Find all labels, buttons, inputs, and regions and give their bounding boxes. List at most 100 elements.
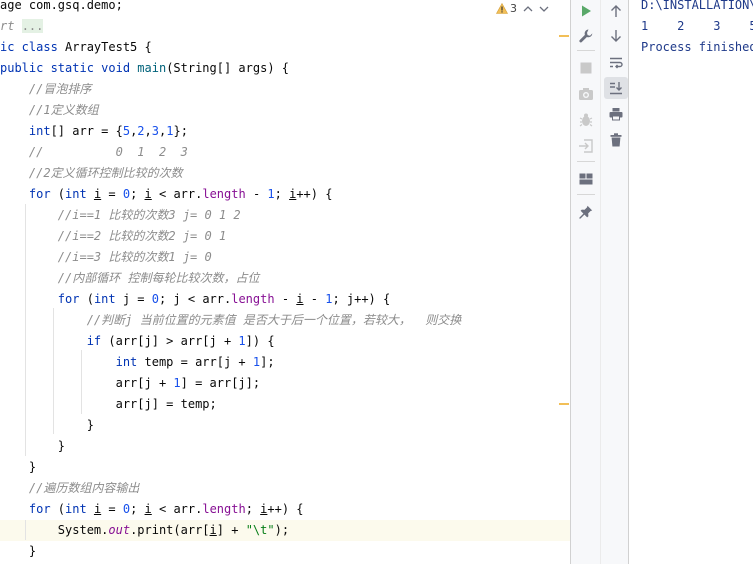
code-line[interactable]: if (arr[j] > arr[j + 1]) { [0,331,275,352]
rerun-button[interactable] [574,0,598,22]
code-token: } [0,439,66,453]
code-line[interactable]: int[] arr = {5,2,3,1}; [0,121,188,142]
code-line[interactable]: } [0,415,94,436]
print-button[interactable] [604,103,628,125]
rerun-icon [582,5,591,17]
code-token: //冒泡排序 [0,82,92,96]
code-token: - [245,187,268,201]
settings-button[interactable] [574,25,598,47]
code-line[interactable]: int temp = arr[j + 1]; [0,352,275,373]
code-line[interactable]: for (int j = 0; j < arr.length - i - 1; … [0,289,390,310]
up-arrow-icon [611,5,621,17]
code-token: < arr. [151,187,203,201]
warning-stripe-mark[interactable] [559,35,569,37]
code-line[interactable]: // 0 1 2 3 [0,142,188,163]
console-line-output: 1 2 3 5 [641,19,753,33]
chevron-down-icon[interactable] [539,5,549,13]
toolbar-separator [577,161,595,162]
code-token: //判断j 当前位置的元素值 是否大于后一个位置，若较大， 则交换 [0,313,462,327]
stop-icon [580,62,592,74]
code-line[interactable]: //判断j 当前位置的元素值 是否大于后一个位置，若较大， 则交换 [0,310,462,331]
code-line[interactable]: //i==3 比较的次数1 j= 0 [0,247,212,268]
chevron-up-icon[interactable] [523,5,533,13]
next-occurrence-button[interactable] [604,25,628,47]
warning-indicator[interactable]: 3 [496,2,517,15]
exit-button[interactable] [574,135,598,157]
code-line[interactable]: //冒泡排序 [0,79,91,100]
code-token: }; [173,124,188,138]
code-editor[interactable]: age com.gsq.demo; rt ... ic class ArrayTes… [0,0,570,564]
previous-occurrence-button[interactable] [604,0,628,22]
code-token: System. [0,523,109,537]
code-token: ; [245,502,261,516]
code-token: ( [57,502,66,516]
code-token: < arr. [151,502,203,516]
code-token: int [65,502,94,516]
print-icon [609,108,623,121]
down-arrow-icon [611,30,621,42]
code-line[interactable]: //内部循环 控制每轮比较次数，占位 [0,268,260,289]
code-token: ic class [0,40,66,54]
code-line[interactable]: //1定义数组 [0,100,99,121]
code-token: ; [130,502,145,516]
clear-all-button[interactable] [604,129,628,151]
dump-threads-button[interactable] [574,83,598,105]
code-token: for [0,292,87,306]
code-token: ] = arr[j]; [180,376,261,390]
scroll-to-end-button[interactable] [604,77,628,99]
soft-wrap-button[interactable] [604,52,628,74]
code-token: for [0,187,58,201]
code-token: "\t" [245,523,275,537]
code-line[interactable]: age com.gsq.demo; [0,0,123,16]
code-line[interactable]: } [0,436,65,457]
code-token: int [0,355,145,369]
code-token: rt [0,19,22,33]
code-token: 1 [238,334,246,348]
code-line[interactable]: } [0,541,36,562]
debug-icon [579,113,593,127]
code-line[interactable]: } [0,457,36,478]
code-token: main [137,61,167,75]
code-token: [] arr = { [50,124,123,138]
code-token: , [144,124,152,138]
code-line[interactable]: System.out.print(arr[i] + "\t"); [0,520,289,541]
code-line[interactable]: rt ... [0,16,44,37]
code-line[interactable]: //i==2 比较的次数2 j= 0 1 [0,226,226,247]
code-token: //1定义数组 [0,103,99,117]
code-token: = [101,502,123,516]
code-line[interactable]: for (int i = 0; i < arr.length - 1; i++)… [0,184,333,205]
code-line[interactable]: //i==1 比较的次数3 j= 0 1 2 [0,205,241,226]
code-token: arr[j + [0,376,174,390]
toolbar-separator [577,194,595,195]
run-console[interactable]: D:\INSTALLATION\ 1 2 3 5 Process finishe… [629,0,753,564]
code-token: ArrayTest5 { [65,40,152,54]
console-line-command: D:\INSTALLATION\ [641,0,753,12]
code-token: public static void [0,61,138,75]
code-line[interactable]: ic class ArrayTest5 { [0,37,152,58]
code-token: for [0,502,58,516]
code-token: //i==2 比较的次数2 j= 0 1 [0,229,227,243]
code-line[interactable]: //遍历数组内容输出 [0,478,139,499]
layout-button[interactable] [574,168,598,190]
wrench-icon [579,29,593,43]
code-token: 1 [267,187,275,201]
code-token: 0 [122,187,131,201]
code-token: ... [21,19,44,33]
code-line[interactable]: arr[j] = temp; [0,394,217,415]
error-stripe[interactable] [557,18,570,564]
code-line[interactable]: public static void main(String[] args) { [0,58,289,79]
inspection-widget[interactable]: 3 [496,0,570,17]
code-token: } [0,460,37,474]
code-token: i [296,292,304,306]
run-toolbar-primary [570,0,600,564]
code-line[interactable]: //2定义循环控制比较的次数 [0,163,183,184]
code-token: ); [274,523,290,537]
code-line[interactable]: arr[j + 1] = arr[j]; [0,373,261,394]
debug-button[interactable] [574,109,598,131]
stop-button[interactable] [574,57,598,79]
warning-stripe-mark[interactable] [559,403,569,405]
code-token: 1 [173,376,181,390]
pin-tab-button[interactable] [574,201,598,223]
code-token: 5 [122,124,131,138]
code-line[interactable]: for (int i = 0; i < arr.length; i++) { [0,499,304,520]
